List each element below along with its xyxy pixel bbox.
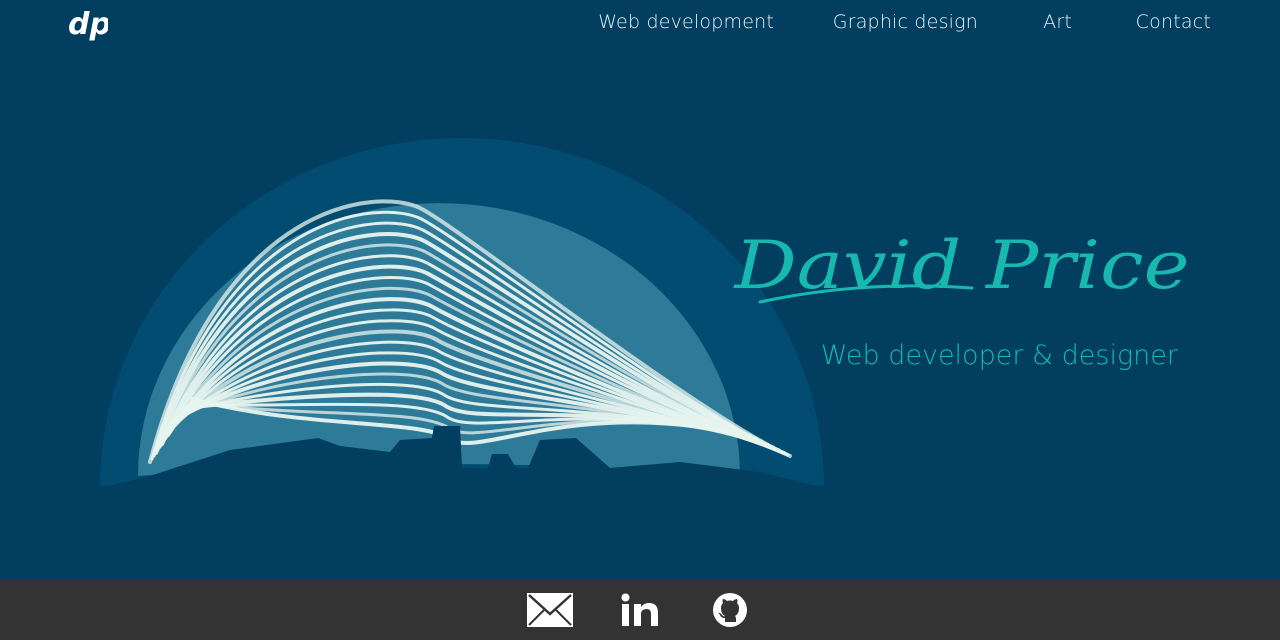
logo[interactable]: dp [66,4,108,48]
page: dp Web development Graphic design Art Co… [0,0,1280,640]
envelope-icon[interactable] [526,592,574,628]
linkedin-icon[interactable] [620,592,660,628]
hero-subtitle: Web developer & designer [820,340,1178,371]
nav-item-graphic-design[interactable]: Graphic design [833,11,978,33]
nav-item-art[interactable]: Art [1043,11,1072,33]
logo-text: dp [68,7,108,42]
hero-name: David Price [733,227,1189,304]
hero-name-text: David Price [733,227,1189,304]
github-icon[interactable] [712,592,748,628]
nav-item-contact[interactable]: Contact [1136,11,1211,33]
nav-item-web-development[interactable]: Web development [598,11,774,33]
footer [0,580,1280,640]
